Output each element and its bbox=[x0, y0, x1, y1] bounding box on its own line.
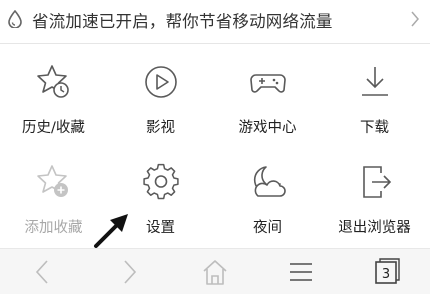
tabs-button[interactable]: 3 bbox=[344, 249, 430, 294]
home-button[interactable] bbox=[172, 249, 258, 294]
menu-button[interactable] bbox=[258, 249, 344, 294]
menu-item-label: 历史/收藏 bbox=[22, 120, 85, 136]
tabs-icon: 3 bbox=[375, 257, 400, 284]
gear-icon bbox=[142, 163, 179, 200]
forward-icon bbox=[124, 259, 137, 284]
menu-item-game-center[interactable]: 游戏中心 bbox=[214, 44, 321, 140]
menu-item-history[interactable]: 历史/收藏 bbox=[0, 44, 107, 140]
bottom-toolbar: 3 bbox=[0, 248, 430, 294]
menu-item-add-bookmark: 添加收藏 bbox=[0, 144, 107, 240]
page-indicator bbox=[203, 239, 227, 254]
menu-item-download[interactable]: 下载 bbox=[321, 44, 428, 140]
menu-item-video[interactable]: 影视 bbox=[107, 44, 214, 140]
back-button[interactable] bbox=[0, 249, 86, 294]
chevron-right-icon[interactable] bbox=[410, 11, 420, 27]
water-drop-icon bbox=[8, 10, 22, 28]
home-icon bbox=[203, 259, 227, 285]
menu-icon bbox=[290, 262, 312, 281]
menu-grid: 历史/收藏 影视 游戏中心 下载 添加收藏 设置 夜间 退出浏览器 bbox=[0, 44, 430, 244]
traffic-saver-banner[interactable]: 省流加速已开启，帮你节省移动网络流量 bbox=[0, 0, 430, 37]
menu-item-label: 下载 bbox=[360, 120, 389, 136]
menu-item-label: 影视 bbox=[146, 120, 175, 136]
moon-cloud-icon bbox=[253, 166, 286, 197]
back-icon bbox=[35, 259, 48, 284]
tab-count: 3 bbox=[382, 267, 390, 282]
banner-text: 省流加速已开启，帮你节省移动网络流量 bbox=[32, 12, 333, 31]
menu-item-label: 游戏中心 bbox=[238, 120, 297, 136]
menu-item-label: 夜间 bbox=[253, 220, 282, 236]
menu-item-label: 退出浏览器 bbox=[338, 220, 411, 236]
download-icon bbox=[361, 67, 388, 96]
forward-button[interactable] bbox=[86, 249, 172, 294]
play-circle-icon bbox=[144, 66, 177, 98]
history-star-icon bbox=[36, 65, 69, 98]
menu-item-exit-browser[interactable]: 退出浏览器 bbox=[321, 144, 428, 240]
menu-item-label: 添加收藏 bbox=[24, 220, 83, 236]
add-star-icon bbox=[36, 165, 68, 197]
menu-item-night-mode[interactable]: 夜间 bbox=[214, 144, 321, 240]
annotation-arrow bbox=[94, 214, 128, 248]
gamepad-icon bbox=[249, 74, 286, 93]
exit-icon bbox=[362, 166, 391, 198]
